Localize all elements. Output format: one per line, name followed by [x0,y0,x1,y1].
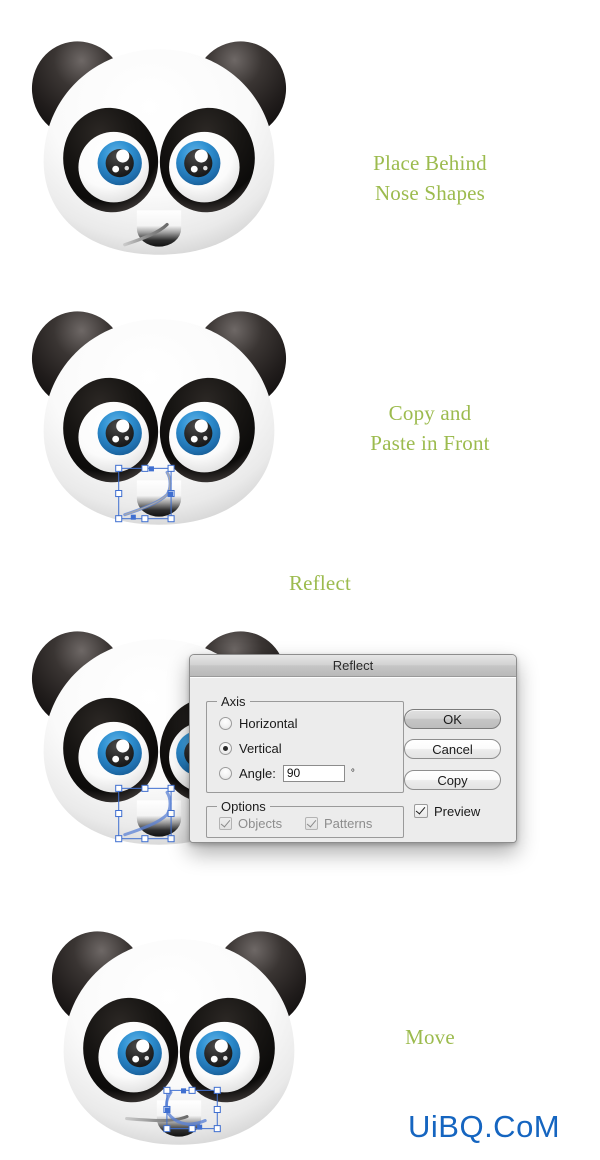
radio-vertical-icon[interactable] [219,741,232,755]
dialog-titlebar[interactable]: Reflect [190,655,516,677]
dialog-title: Reflect [332,658,374,673]
copy-button[interactable]: Copy [404,770,501,790]
tutorial-canvas: Place Behind Nose Shapes Copy and Paste … [0,0,600,1160]
caption-step-3: Reflect [288,571,352,595]
checkbox-objects-label: Objects [238,815,283,831]
dialog-body: Axis Horizontal Vertical Angle: ° [190,677,516,842]
illustration-panda-step-1 [18,30,300,270]
axis-group-label: Axis [217,694,250,709]
radio-vertical[interactable]: Vertical [219,739,282,757]
illustration-panda-step-2 [18,300,300,540]
radio-angle-icon[interactable] [219,766,232,780]
radio-horizontal-label: Horizontal [239,715,298,731]
caption-step-2: Copy and Paste in Front [370,401,490,455]
radio-vertical-label: Vertical [239,740,282,756]
illustration-panda-step-4 [38,920,320,1160]
checkbox-preview-icon[interactable] [414,804,428,818]
checkbox-preview-label: Preview [434,803,481,819]
radio-angle[interactable]: Angle: ° [219,764,355,782]
ok-button[interactable]: OK [404,709,501,729]
angle-input[interactable] [282,764,345,782]
checkbox-patterns-icon[interactable] [305,816,318,830]
caption-step-1: Place Behind Nose Shapes [373,151,487,205]
axis-group: Axis Horizontal Vertical Angle: ° [206,694,404,793]
radio-horizontal[interactable]: Horizontal [219,714,298,732]
checkbox-preview[interactable]: Preview [414,803,480,819]
degree-symbol: ° [350,767,355,779]
cancel-button[interactable]: Cancel [404,739,501,759]
options-group-label: Options [217,799,270,814]
radio-angle-label: Angle: [239,765,276,781]
radio-horizontal-icon[interactable] [219,716,232,730]
caption-step-4: Move [405,1025,455,1049]
reflect-dialog[interactable]: Reflect Axis Horizontal Vertical Angle: [189,654,517,843]
watermark: UiBQ.CoM [408,1109,561,1144]
checkbox-objects[interactable]: Objects [219,815,282,831]
checkbox-objects-icon[interactable] [219,816,232,830]
options-group: Options Objects Patterns [206,799,404,838]
checkbox-patterns[interactable]: Patterns [305,815,372,831]
checkbox-patterns-label: Patterns [324,815,373,831]
